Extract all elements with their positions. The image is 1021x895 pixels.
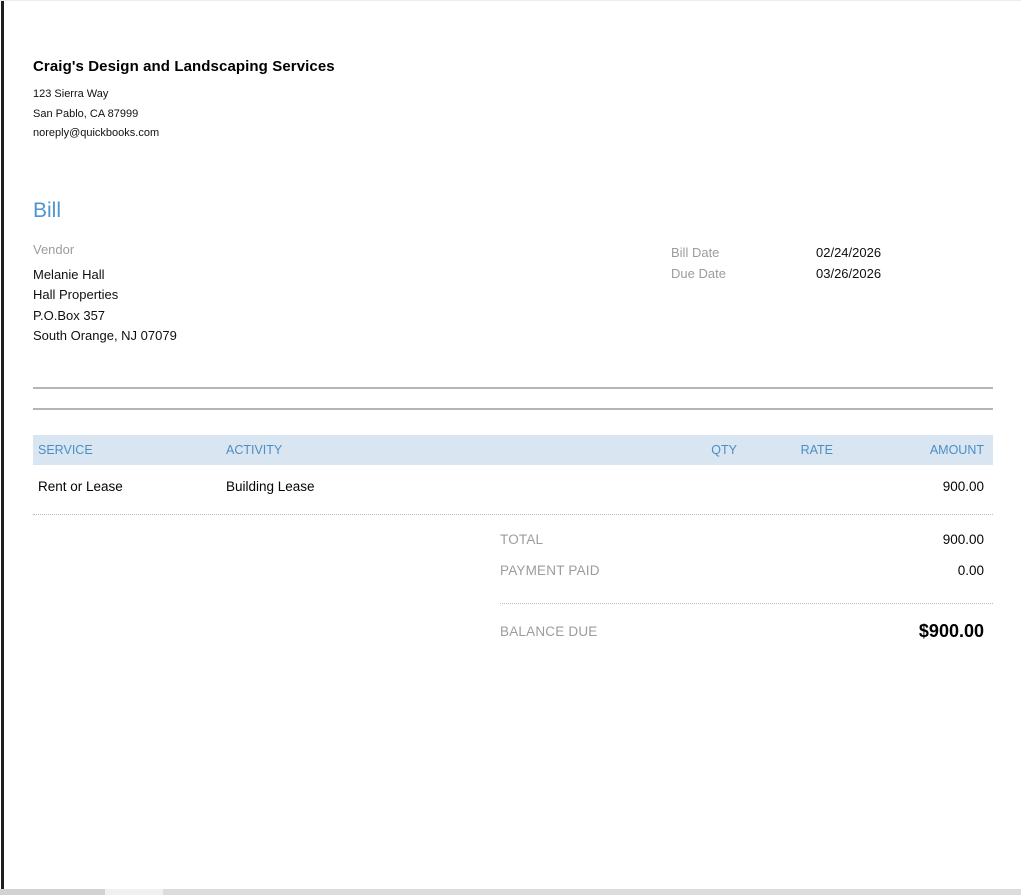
company-address-line-1: 123 Sierra Way <box>33 88 109 100</box>
totals-section: TOTAL 900.00 PAYMENT PAID 0.00 BALANCE D… <box>33 532 993 646</box>
header-service: SERVICE <box>38 442 93 457</box>
header-amount: AMOUNT <box>929 442 984 457</box>
cell-qty <box>637 479 737 494</box>
cell-rate <box>737 479 833 494</box>
header-rate: RATE <box>800 442 833 457</box>
balance-due-value: $900.00 <box>918 621 984 641</box>
table-row: Rent or Lease Building Lease 900.00 <box>33 465 993 515</box>
page-title: Bill <box>33 198 62 222</box>
bill-date-value: 02/24/2026 <box>816 244 882 260</box>
vendor-company: Hall Properties <box>33 287 119 302</box>
total-row: TOTAL 900.00 <box>33 532 993 563</box>
line-items-table: SERVICE ACTIVITY QTY RATE AMOUNT Rent or… <box>33 434 993 515</box>
horizontal-scrollbar[interactable] <box>0 889 1021 895</box>
balance-due-row: BALANCE DUE $900.00 <box>33 618 993 646</box>
company-address-line-2: San Pablo, CA 87999 <box>33 107 139 120</box>
bill-date-label: Bill Date <box>671 244 720 260</box>
payment-paid-row: PAYMENT PAID 0.00 <box>33 563 993 594</box>
vendor-address-line-1: P.O.Box 357 <box>33 307 106 323</box>
company-name: Craig's Design and Landscaping Services <box>33 58 335 75</box>
bill-document: Craig's Design and Landscaping Services … <box>0 1 1021 890</box>
total-value: 900.00 <box>942 531 984 547</box>
cell-service: Rent or Lease <box>38 478 123 494</box>
balance-divider <box>500 602 993 604</box>
vendor-label: Vendor <box>33 241 75 257</box>
payment-paid-label: PAYMENT PAID <box>500 562 600 578</box>
cell-amount: 900.00 <box>942 478 984 494</box>
vendor-address-line-2: South Orange, NJ 07079 <box>33 328 177 343</box>
table-header-row: SERVICE ACTIVITY QTY RATE AMOUNT <box>33 434 993 465</box>
cell-activity: Building Lease <box>226 478 315 494</box>
header-activity: ACTIVITY <box>226 442 283 457</box>
balance-due-label: BALANCE DUE <box>500 624 598 639</box>
scrollbar-thumb[interactable] <box>0 889 105 895</box>
total-label: TOTAL <box>500 531 544 547</box>
vendor-block: Vendor Melanie Hall Hall Properties P.O.… <box>33 242 177 347</box>
scrollbar-track-gap <box>105 889 163 895</box>
due-date-value: 03/26/2026 <box>816 266 882 281</box>
due-date-label: Due Date <box>671 266 726 281</box>
company-email: noreply@quickbooks.com <box>33 127 160 139</box>
header-qty: QTY <box>711 442 737 457</box>
section-divider <box>33 386 993 410</box>
vendor-name: Melanie Hall <box>33 266 105 282</box>
company-header: Craig's Design and Landscaping Services … <box>33 1 993 144</box>
payment-paid-value: 0.00 <box>957 562 984 578</box>
dates-block: Bill Date 02/24/2026 Due Date 03/26/2026 <box>671 242 993 285</box>
